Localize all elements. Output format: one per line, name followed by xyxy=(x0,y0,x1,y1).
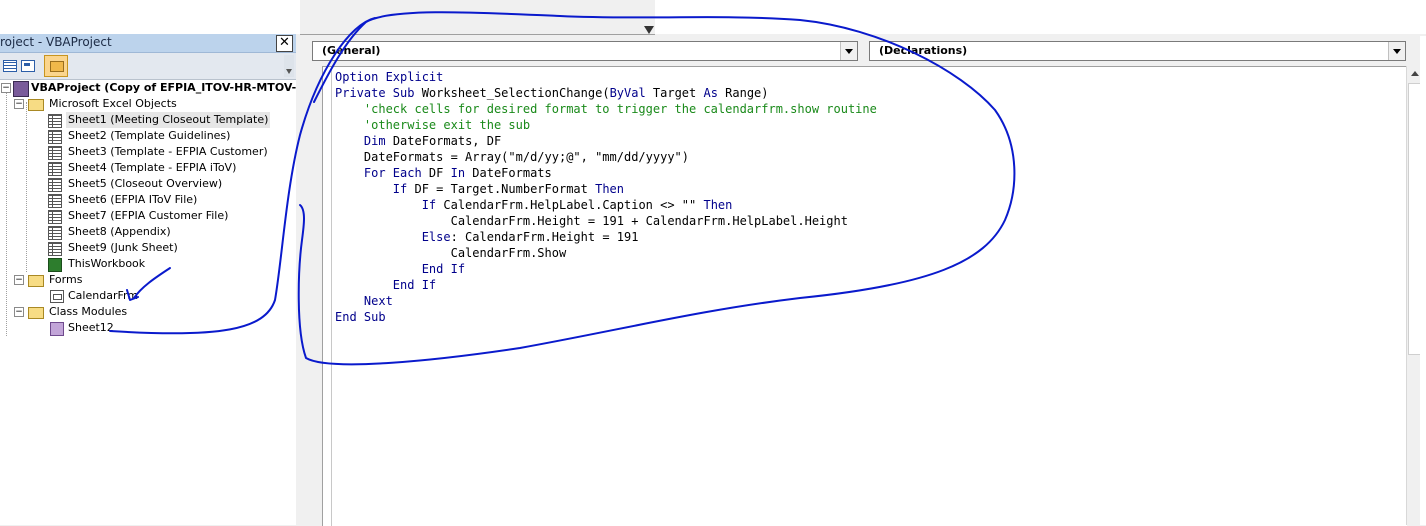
code-line[interactable]: End Sub xyxy=(335,310,386,324)
tree-folder-forms[interactable]: − Forms xyxy=(14,272,284,288)
view-object-icon xyxy=(21,60,35,72)
margin-indicator-bar[interactable] xyxy=(323,67,332,526)
worksheet-icon xyxy=(48,146,62,160)
code-line[interactable]: CalendarFrm.Show xyxy=(335,246,567,260)
chevron-down-icon[interactable] xyxy=(840,42,857,60)
tree-folder-class-modules[interactable]: − Class Modules xyxy=(14,304,284,320)
worksheet-icon xyxy=(48,162,62,176)
view-code-icon xyxy=(3,60,17,72)
tree-item[interactable]: Sheet5 (Closeout Overview) xyxy=(48,176,288,192)
folder-icon xyxy=(50,61,64,72)
main-toolbar-fragment xyxy=(300,0,655,35)
tree-item[interactable]: CalendarFrm xyxy=(48,288,288,304)
code-line[interactable]: Else: CalendarFrm.Height = 191 xyxy=(335,230,639,244)
tree-node-label: Sheet7 (EFPIA Customer File) xyxy=(68,209,229,222)
code-line[interactable]: DateFormats = Array("m/d/yy;@", "mm/dd/y… xyxy=(335,150,689,164)
code-line[interactable]: Dim DateFormats, DF xyxy=(335,134,501,148)
chevron-down-icon[interactable] xyxy=(1388,42,1405,60)
code-window: (General) (Declarations) Option Explicit… xyxy=(302,36,1426,526)
tree-node-label: Sheet9 (Junk Sheet) xyxy=(68,241,178,254)
tree-node-label: Sheet3 (Template - EFPIA Customer) xyxy=(68,145,268,158)
tree-node-label: Sheet2 (Template Guidelines) xyxy=(68,129,231,142)
procedure-dropdown[interactable]: (Declarations) xyxy=(869,41,1406,61)
project-tree: − VBAProject (Copy of EFPIA_ITOV-HR-MTOV… xyxy=(0,80,296,525)
window-edge xyxy=(1420,36,1426,525)
worksheet-icon xyxy=(48,130,62,144)
project-explorer-title: roject - VBAProject xyxy=(0,35,112,49)
procedure-dropdown-value: (Declarations) xyxy=(879,44,968,57)
toggle-folders-button[interactable] xyxy=(44,55,68,77)
worksheet-icon xyxy=(48,210,62,224)
tree-item[interactable]: Sheet9 (Junk Sheet) xyxy=(48,240,288,256)
tree-item[interactable]: Sheet8 (Appendix) xyxy=(48,224,288,240)
tree-connector xyxy=(26,102,27,272)
userform-icon xyxy=(50,290,64,303)
tree-node-label: Sheet5 (Closeout Overview) xyxy=(68,177,223,190)
code-line[interactable]: If DF = Target.NumberFormat Then xyxy=(335,182,624,196)
tree-item[interactable]: Sheet12 xyxy=(48,320,288,336)
tree-node-label: Forms xyxy=(49,273,83,286)
project-explorer: roject - VBAProject ✕ − VBAProject (Copy… xyxy=(0,34,296,525)
worksheet-icon xyxy=(48,178,62,192)
code-line[interactable]: Option Explicit xyxy=(335,70,443,84)
tree-connector xyxy=(6,88,7,336)
code-line[interactable]: Private Sub Worksheet_SelectionChange(By… xyxy=(335,86,769,100)
close-button[interactable]: ✕ xyxy=(276,35,293,52)
code-line[interactable]: Next xyxy=(335,294,393,308)
code-line[interactable]: 'otherwise exit the sub xyxy=(335,118,530,132)
view-code-button[interactable] xyxy=(0,56,18,74)
folder-icon xyxy=(28,275,44,287)
vba-project-icon xyxy=(13,81,29,97)
code-line[interactable]: CalendarFrm.Height = 191 + CalendarFrm.H… xyxy=(335,214,848,228)
tree-node-label: ThisWorkbook xyxy=(68,257,146,270)
folder-icon xyxy=(28,307,44,319)
collapse-icon[interactable]: − xyxy=(14,275,24,285)
class-module-icon xyxy=(50,322,64,336)
code-line[interactable]: If CalendarFrm.HelpLabel.Caption <> "" T… xyxy=(335,198,733,212)
tree-item[interactable]: Sheet7 (EFPIA Customer File) xyxy=(48,208,288,224)
workbook-icon xyxy=(48,258,62,272)
worksheet-icon xyxy=(48,194,62,208)
tree-node-label: Sheet1 (Meeting Closeout Template) xyxy=(66,112,271,128)
worksheet-icon xyxy=(48,242,62,256)
code-line[interactable]: End If xyxy=(335,278,436,292)
project-explorer-toolbar xyxy=(0,53,296,80)
code-editor[interactable]: Option Explicit Private Sub Worksheet_Se… xyxy=(322,66,1407,526)
tree-item[interactable]: ThisWorkbook xyxy=(48,256,288,272)
collapse-icon[interactable]: − xyxy=(14,99,24,109)
tree-node-label: VBAProject (Copy of EFPIA_ITOV-HR-MTOV-2… xyxy=(31,81,296,94)
tree-node-label: Microsoft Excel Objects xyxy=(49,97,177,110)
view-object-button[interactable] xyxy=(18,56,36,74)
tree-item[interactable]: Sheet2 (Template Guidelines) xyxy=(48,128,288,144)
folder-icon xyxy=(28,99,44,111)
collapse-icon[interactable]: − xyxy=(14,307,24,317)
code-text[interactable]: Option Explicit Private Sub Worksheet_Se… xyxy=(335,69,877,325)
close-icon: ✕ xyxy=(279,35,290,50)
collapse-icon[interactable]: − xyxy=(1,83,11,93)
code-line[interactable]: End If xyxy=(335,262,465,276)
tree-item[interactable]: Sheet6 (EFPIA IToV File) xyxy=(48,192,288,208)
object-dropdown[interactable]: (General) xyxy=(312,41,858,61)
tree-folder-excel-objects[interactable]: − Microsoft Excel Objects xyxy=(14,96,284,112)
object-dropdown-value: (General) xyxy=(322,44,381,57)
toolbar-overflow-chevron-icon[interactable] xyxy=(284,55,294,77)
tree-node-label: Class Modules xyxy=(49,305,128,318)
tree-item[interactable]: Sheet3 (Template - EFPIA Customer) xyxy=(48,144,288,160)
tree-item[interactable]: Sheet4 (Template - EFPIA iToV) xyxy=(48,160,288,176)
worksheet-icon xyxy=(48,226,62,240)
tree-node-label: Sheet6 (EFPIA IToV File) xyxy=(68,193,198,206)
tree-item[interactable]: Sheet1 (Meeting Closeout Template) xyxy=(48,112,288,128)
tree-node-label: CalendarFrm xyxy=(68,289,139,302)
tree-node-label: Sheet4 (Template - EFPIA iToV) xyxy=(68,161,237,174)
top-strip xyxy=(0,0,1426,35)
tree-node-label: Sheet8 (Appendix) xyxy=(68,225,171,238)
project-explorer-titlebar: roject - VBAProject ✕ xyxy=(0,34,296,53)
tree-node-project[interactable]: − VBAProject (Copy of EFPIA_ITOV-HR-MTOV… xyxy=(1,80,296,97)
code-line[interactable]: For Each DF In DateFormats xyxy=(335,166,552,180)
worksheet-icon xyxy=(48,114,62,128)
tree-node-label: Sheet12 xyxy=(68,321,114,334)
code-line[interactable]: 'check cells for desired format to trigg… xyxy=(335,102,877,116)
